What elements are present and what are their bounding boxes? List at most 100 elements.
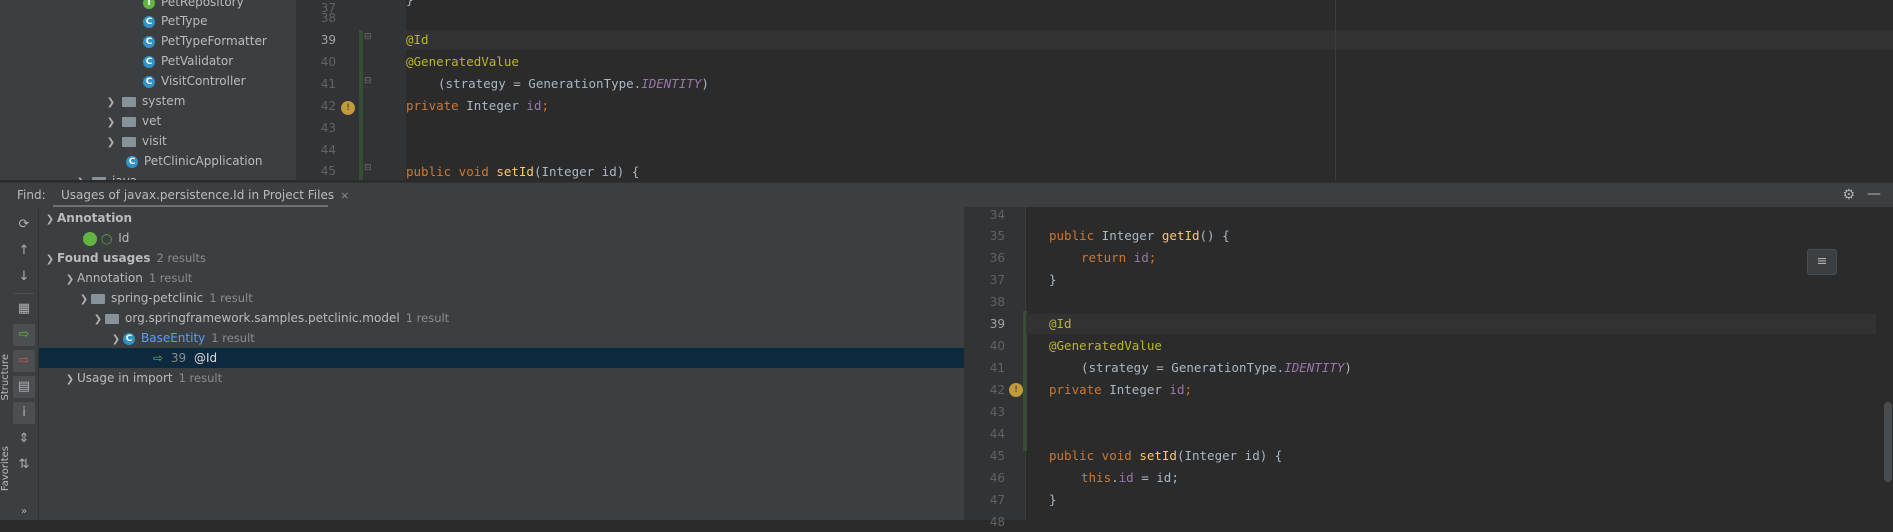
line-number: 43 [320, 121, 336, 135]
project-tree[interactable]: I PetRepository C PetType C PetTypeFormatte… [10, 0, 296, 180]
collapse-all-icon[interactable]: ⇅ [13, 454, 35, 476]
find-tool-window-header: Find: Usages of javax.persistence.Id in … [0, 182, 1893, 207]
package-icon [105, 313, 119, 324]
current-line-highlight [406, 30, 1893, 50]
show-write-access-icon[interactable]: ⇨ [13, 324, 35, 346]
fold-icon[interactable]: ⊟ [364, 163, 372, 173]
tree-row-class[interactable]: ❯ C BaseEntity 1 result [39, 328, 964, 348]
tree-row-annotation[interactable]: ❯ Annotation [39, 208, 964, 228]
annotation-icon [83, 231, 97, 246]
preview-editor[interactable]: 34 35 36 37 38 39 40 41 42 43 44 45 46 4… [964, 207, 1893, 529]
chevron-down-icon[interactable]: ❯ [109, 330, 123, 350]
chevron-right-icon[interactable]: ❯ [63, 370, 77, 390]
current-line-highlight [1026, 314, 1876, 334]
group-by-directory-icon[interactable]: ▤ [13, 376, 35, 398]
tree-item-petvalidator[interactable]: C PetValidator [143, 51, 233, 71]
code-line: @GeneratedValue [1049, 338, 1162, 353]
fold-icon[interactable]: ⊟ [364, 76, 372, 86]
tree-item-vet[interactable]: ❯ vet [106, 111, 161, 131]
arrow-up-icon[interactable]: ↑ [13, 240, 35, 262]
gear-icon[interactable]: ⚙ [1842, 187, 1855, 203]
chevron-down-icon[interactable]: ❯ [91, 310, 105, 330]
chevron-right-icon[interactable]: ❯ [76, 173, 86, 180]
line-number: 45 [989, 449, 1005, 463]
vertical-scrollbar[interactable] [1884, 402, 1892, 482]
code-line: (strategy = GenerationType.IDENTITY) [1081, 360, 1352, 375]
code-line: public void setId(Integer id) { [1049, 448, 1283, 463]
close-icon[interactable]: × [340, 189, 349, 202]
warning-bulb-icon[interactable]: ! [1009, 383, 1023, 397]
code-line: return id; [1081, 250, 1157, 265]
code-line: } [1049, 272, 1057, 287]
line-number: 39 [320, 33, 336, 47]
tree-item-pettypeformatter[interactable]: C PetTypeFormatter [143, 31, 267, 51]
preview-code-area[interactable]: public Integer getId() { return id; } @I… [1026, 207, 1876, 520]
fold-icon[interactable]: ⊟ [364, 32, 372, 42]
editor-code-area[interactable]: } @Id @GeneratedValue (strategy = Genera… [406, 0, 1893, 180]
side-tab-structure[interactable]: Structure [0, 354, 11, 401]
tree-row-usage-in-import[interactable]: ❯ Usage in import 1 result [39, 368, 964, 388]
line-number: 41 [989, 361, 1005, 375]
warning-bulb-icon[interactable]: ! [341, 101, 355, 115]
line-number: 39 [989, 317, 1005, 331]
line-number: 46 [989, 471, 1005, 485]
tree-row-found-usages[interactable]: ❯ Found usages 2 results [39, 248, 964, 268]
tree-row-annotation-id[interactable]: ◯ Id [39, 228, 964, 248]
tree-row-annotation-group[interactable]: ❯ Annotation 1 result [39, 268, 964, 288]
class-icon: C [143, 55, 155, 68]
tree-item-pettype[interactable]: C PetType [143, 11, 207, 31]
line-number: 48 [989, 515, 1005, 529]
expand-all-icon[interactable]: ⇕ [13, 428, 35, 450]
preview-gutter[interactable]: 34 35 36 37 38 39 40 41 42 43 44 45 46 4… [965, 207, 1025, 529]
spring-boot-class-icon: C [126, 155, 138, 168]
chevron-right-icon[interactable]: ❯ [106, 133, 116, 153]
code-line: @Id [406, 32, 429, 47]
minimize-icon[interactable]: — [1867, 183, 1881, 205]
line-number: 44 [320, 143, 336, 157]
code-line: private Integer id; [1049, 382, 1193, 397]
top-area: I PetRepository C PetType C PetTypeFormatte… [0, 0, 1893, 180]
soft-wrap-button[interactable]: ≡ [1807, 249, 1837, 275]
editor-gutter[interactable]: 37 38 39 40 41 42 43 44 45 ! ⊟ ⊟ ⊟ [296, 0, 406, 180]
tree-item-java[interactable]: ❯java [76, 171, 137, 180]
tree-item-system[interactable]: ❯ system [106, 91, 186, 113]
usage-write-icon: ⇨ [153, 351, 164, 365]
chevron-right-icon[interactable]: ❯ [106, 93, 116, 113]
line-number: 41 [320, 77, 336, 91]
line-number: 44 [989, 427, 1005, 441]
tree-row-module[interactable]: ❯ spring-petclinic 1 result [39, 288, 964, 308]
chevron-down-icon[interactable]: ❯ [43, 210, 57, 230]
line-number: 38 [320, 11, 336, 25]
interface-icon: I [143, 0, 155, 9]
class-icon: C [143, 15, 155, 28]
tab-usages[interactable]: Usages of javax.persistence.Id in Projec… [53, 183, 357, 207]
usages-tree[interactable]: ❯ Annotation ◯ Id ❯ Found usages 2 results ❯… [39, 207, 964, 520]
folder-icon [122, 96, 136, 107]
change-marker[interactable] [359, 30, 363, 180]
tree-row-usage[interactable]: ⇨ 39 @Id [39, 348, 964, 368]
arrow-down-icon[interactable]: ↓ [13, 266, 35, 288]
tree-row-package[interactable]: ❯ org.springframework.samples.petclinic.m… [39, 308, 964, 328]
chevron-down-icon[interactable]: ❯ [77, 290, 91, 310]
tree-item-visitcontroller[interactable]: C VisitController [143, 71, 246, 91]
rerun-icon[interactable]: ⟳ [13, 214, 35, 236]
line-number: 34 [989, 208, 1005, 222]
line-number: 36 [989, 251, 1005, 265]
find-label: Find: [17, 188, 46, 202]
chevron-right-icon[interactable]: ❯ [106, 113, 116, 133]
show-read-access-icon[interactable]: ⇨ [13, 350, 35, 372]
side-tab-favorites[interactable]: Favorites [0, 446, 11, 491]
tree-item-visit[interactable]: ❯ visit [106, 131, 167, 151]
lock-icon: ◯ [101, 234, 113, 245]
chevron-down-icon[interactable]: ❯ [43, 250, 57, 270]
folder-icon [92, 176, 106, 180]
tree-item-petclinicapplication[interactable]: C PetClinicApplication [126, 151, 263, 171]
line-number: 40 [989, 339, 1005, 353]
line-number: 43 [989, 405, 1005, 419]
chevron-down-icon[interactable]: ❯ [63, 270, 77, 290]
group-by-icon[interactable]: ▦ [13, 298, 35, 320]
module-icon [91, 293, 105, 304]
line-number: 47 [989, 493, 1005, 507]
info-icon[interactable]: i [13, 402, 35, 424]
line-number: 37 [989, 273, 1005, 287]
